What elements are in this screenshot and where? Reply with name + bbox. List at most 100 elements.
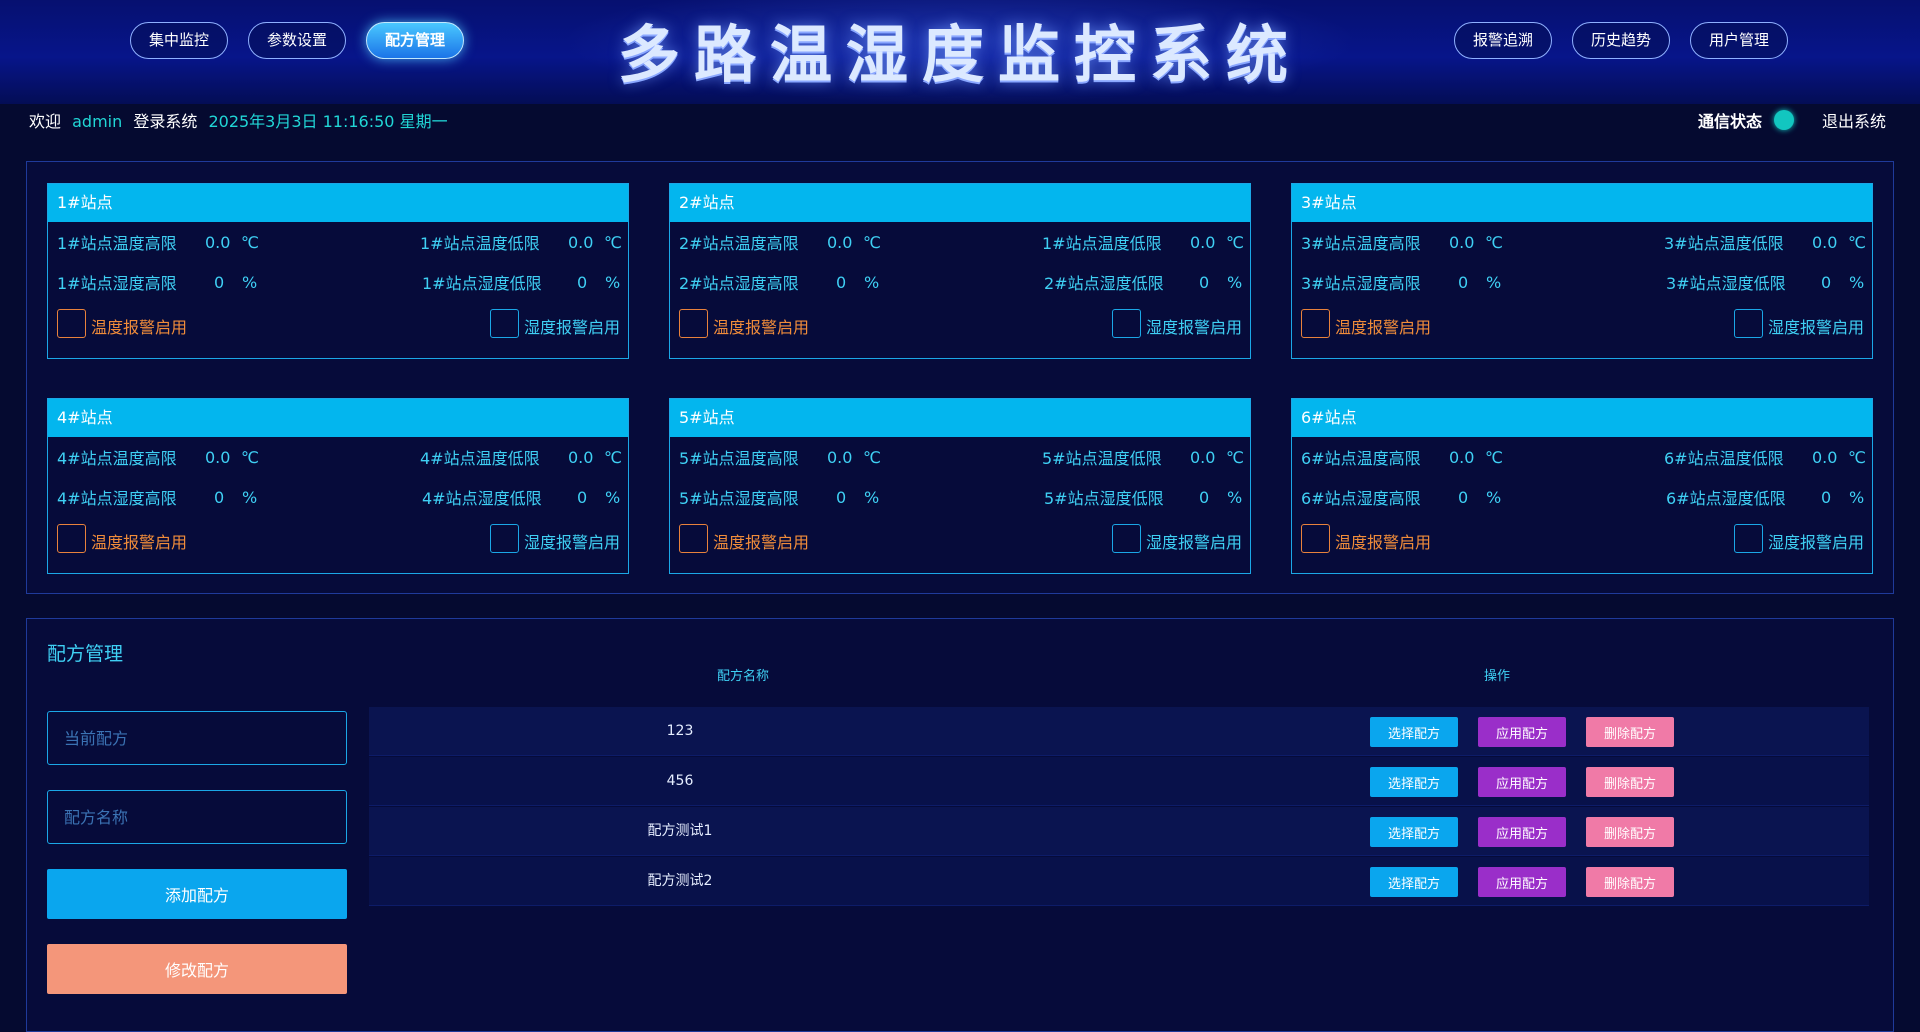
temp-high-value[interactable]: 0.0 [205,448,230,467]
apply-recipe-button[interactable]: 应用配方 [1478,717,1566,747]
temp-high-value[interactable]: 0.0 [827,448,852,467]
temp-high-value[interactable]: 0.0 [1449,448,1474,467]
hum-alarm-checkbox[interactable] [1734,524,1763,553]
temp-low-value[interactable]: 0.0 [568,448,593,467]
temp-alarm-label[interactable]: 温度报警启用 [713,529,809,553]
hum-low-value[interactable]: 0 [577,488,587,507]
temp-unit: ℃ [1485,233,1503,252]
hum-high-label: 1#站点湿度高限 [57,274,177,293]
nav-user-management[interactable]: 用户管理 [1690,22,1788,59]
hum-unit: % [1486,488,1502,507]
temp-alarm-checkbox[interactable] [57,524,86,553]
hum-high-value[interactable]: 0 [1458,488,1468,507]
temp-alarm-checkbox[interactable] [1301,524,1330,553]
hum-alarm-label[interactable]: 湿度报警启用 [524,314,620,338]
hum-high-value[interactable]: 0 [836,273,846,292]
hum-unit: % [1227,273,1243,292]
temp-low-label: 1#站点温度低限 [420,234,540,253]
temp-alarm-label[interactable]: 温度报警启用 [1335,314,1431,338]
select-recipe-button[interactable]: 选择配方 [1370,767,1458,797]
select-recipe-button[interactable]: 选择配方 [1370,817,1458,847]
add-recipe-button[interactable]: 添加配方 [47,869,347,919]
temp-alarm-checkbox[interactable] [679,524,708,553]
temp-limits-row: 5#站点温度高限 0.0 ℃ 5#站点温度低限 0.0 ℃ [670,445,1252,469]
delete-recipe-button[interactable]: 删除配方 [1586,767,1674,797]
temp-high-value[interactable]: 0.0 [827,233,852,252]
temp-low-value[interactable]: 0.0 [1812,448,1837,467]
hum-low-value[interactable]: 0 [1821,488,1831,507]
hum-alarm-checkbox[interactable] [490,524,519,553]
hum-high-value[interactable]: 0 [214,488,224,507]
hum-high-value[interactable]: 0 [1458,273,1468,292]
temp-low-label: 3#站点温度低限 [1664,234,1784,253]
hum-alarm-label[interactable]: 湿度报警启用 [524,529,620,553]
apply-recipe-button[interactable]: 应用配方 [1478,817,1566,847]
hum-alarm-checkbox[interactable] [490,309,519,338]
temp-low-value[interactable]: 0.0 [1190,233,1215,252]
temp-alarm-label[interactable]: 温度报警启用 [1335,529,1431,553]
select-recipe-button[interactable]: 选择配方 [1370,867,1458,897]
recipe-name-input[interactable] [47,790,347,844]
station-title: 3#站点 [1292,184,1872,222]
recipe-table-row: 123 选择配方 应用配方 删除配方 [369,707,1869,756]
temp-alarm-label[interactable]: 温度报警启用 [91,314,187,338]
temp-unit: ℃ [241,233,259,252]
hum-alarm-checkbox[interactable] [1112,309,1141,338]
temp-high-label: 3#站点温度高限 [1301,234,1421,253]
hum-high-label: 5#站点湿度高限 [679,489,799,508]
hum-low-value[interactable]: 0 [577,273,587,292]
apply-recipe-button[interactable]: 应用配方 [1478,867,1566,897]
hum-high-label: 4#站点湿度高限 [57,489,177,508]
temp-low-value[interactable]: 0.0 [568,233,593,252]
hum-low-value[interactable]: 0 [1821,273,1831,292]
station-title: 1#站点 [48,184,628,222]
temp-high-value[interactable]: 0.0 [205,233,230,252]
temp-high-label: 4#站点温度高限 [57,449,177,468]
current-recipe-input[interactable] [47,711,347,765]
temp-low-value[interactable]: 0.0 [1812,233,1837,252]
hum-unit: % [1227,488,1243,507]
station-card: 3#站点 3#站点温度高限 0.0 ℃ 3#站点温度低限 0.0 ℃ 3#站点湿度高限 0% 3#… [1291,183,1873,359]
nav-alarm-trace[interactable]: 报警追溯 [1454,22,1552,59]
logout-button[interactable]: 退出系统 [1822,108,1886,132]
hum-low-label: 4#站点湿度低限 [422,489,542,508]
hum-alarm-label[interactable]: 湿度报警启用 [1146,529,1242,553]
temp-unit: ℃ [1226,448,1244,467]
temp-alarm-checkbox[interactable] [679,309,708,338]
hum-alarm-checkbox[interactable] [1112,524,1141,553]
hum-alarm-label[interactable]: 湿度报警启用 [1768,314,1864,338]
login-text: 登录系统 [133,112,198,131]
hum-high-value[interactable]: 0 [214,273,224,292]
nav-param-settings[interactable]: 参数设置 [248,22,346,59]
delete-recipe-button[interactable]: 删除配方 [1586,717,1674,747]
delete-recipe-button[interactable]: 删除配方 [1586,867,1674,897]
recipe-name-cell: 123 [666,723,694,739]
temp-alarm-checkbox[interactable] [57,309,86,338]
hum-alarm-label[interactable]: 湿度报警启用 [1146,314,1242,338]
hum-low-value[interactable]: 0 [1199,488,1209,507]
temp-alarm-label[interactable]: 温度报警启用 [713,314,809,338]
station-card: 6#站点 6#站点温度高限 0.0 ℃ 6#站点温度低限 0.0 ℃ 6#站点湿度高限 0% 6#… [1291,398,1873,574]
temp-high-label: 1#站点温度高限 [57,234,177,253]
recipe-name-cell: 配方测试1 [647,823,713,839]
hum-unit: % [1486,273,1502,292]
nav-history-trend[interactable]: 历史趋势 [1572,22,1670,59]
delete-recipe-button[interactable]: 删除配方 [1586,817,1674,847]
nav-recipe-management[interactable]: 配方管理 [366,22,464,59]
edit-recipe-button[interactable]: 修改配方 [47,944,347,994]
select-recipe-button[interactable]: 选择配方 [1370,717,1458,747]
hum-high-label: 6#站点湿度高限 [1301,489,1421,508]
recipe-name-cell: 配方测试2 [647,873,713,889]
nav-central-monitor[interactable]: 集中监控 [130,22,228,59]
recipe-table-row: 456 选择配方 应用配方 删除配方 [369,757,1869,806]
temp-low-value[interactable]: 0.0 [1190,448,1215,467]
station-settings-panel: 1#站点 1#站点温度高限 0.0 ℃ 1#站点温度低限 0.0 ℃ 1#站点湿度高限 0% 1#… [26,161,1894,594]
temp-high-value[interactable]: 0.0 [1449,233,1474,252]
hum-alarm-label[interactable]: 湿度报警启用 [1768,529,1864,553]
hum-high-value[interactable]: 0 [836,488,846,507]
apply-recipe-button[interactable]: 应用配方 [1478,767,1566,797]
hum-low-value[interactable]: 0 [1199,273,1209,292]
hum-alarm-checkbox[interactable] [1734,309,1763,338]
temp-alarm-label[interactable]: 温度报警启用 [91,529,187,553]
temp-alarm-checkbox[interactable] [1301,309,1330,338]
